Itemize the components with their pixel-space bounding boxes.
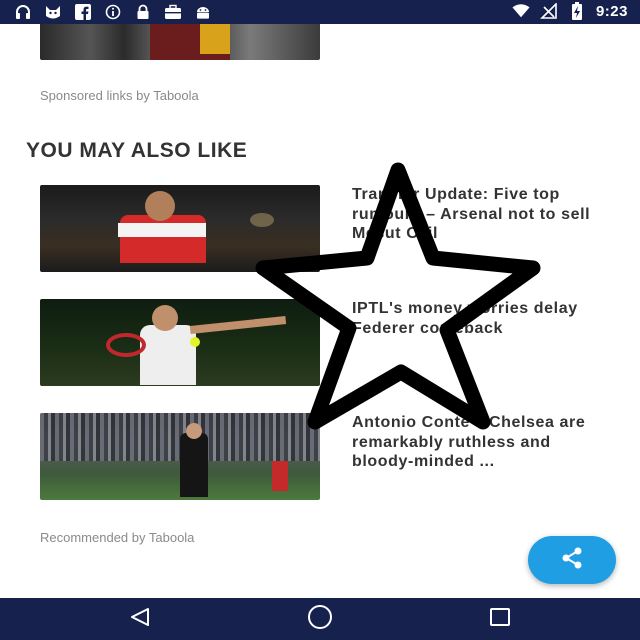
share-icon [558, 546, 586, 575]
recommended-label[interactable]: Recommended by Taboola [40, 530, 194, 545]
article-item-2[interactable]: IPTL's money worries delay Federer comeb… [0, 299, 640, 389]
back-icon [128, 607, 152, 632]
recents-button[interactable] [470, 604, 530, 634]
sponsored-label[interactable]: Sponsored links by Taboola [40, 88, 199, 103]
home-button[interactable] [290, 604, 350, 634]
back-button[interactable] [110, 604, 170, 634]
home-icon [306, 603, 334, 636]
android-icon [194, 3, 212, 21]
clock: 9:23 [595, 2, 628, 20]
article-item-3[interactable]: Antonio Conte's Chelsea are remarkably r… [0, 413, 640, 503]
notification-icons [14, 3, 212, 21]
facebook-icon [74, 3, 92, 21]
system-icons: 9:23 [512, 2, 628, 20]
section-title: YOU MAY ALSO LIKE [26, 139, 248, 162]
article-thumbnail[interactable] [40, 299, 320, 386]
briefcase-icon [164, 3, 182, 21]
article-title[interactable]: IPTL's money worries delay Federer comeb… [352, 299, 602, 338]
share-button[interactable] [528, 536, 616, 584]
article-item-1[interactable]: Transfer Update: Five top rumours – Arse… [0, 185, 640, 275]
sponsored-thumbnail[interactable] [40, 24, 320, 60]
article-title[interactable]: Transfer Update: Five top rumours – Arse… [352, 185, 602, 244]
recents-icon [488, 605, 512, 634]
player-jersey [200, 24, 230, 54]
article-thumbnail[interactable] [40, 185, 320, 272]
info-icon [104, 3, 122, 21]
article-title[interactable]: Antonio Conte's Chelsea are remarkably r… [352, 413, 602, 472]
no-signal-icon [540, 2, 558, 20]
battery-charging-icon [568, 2, 586, 20]
wifi-icon [512, 2, 530, 20]
navigation-bar [0, 598, 640, 640]
article-thumbnail[interactable] [40, 413, 320, 500]
article-feed[interactable]: Sponsored links by Taboola YOU MAY ALSO … [0, 24, 640, 598]
lock-icon [134, 3, 152, 21]
status-bar: 9:23 [0, 0, 640, 24]
cat-app-icon [44, 3, 62, 21]
headset-icon [14, 3, 32, 21]
